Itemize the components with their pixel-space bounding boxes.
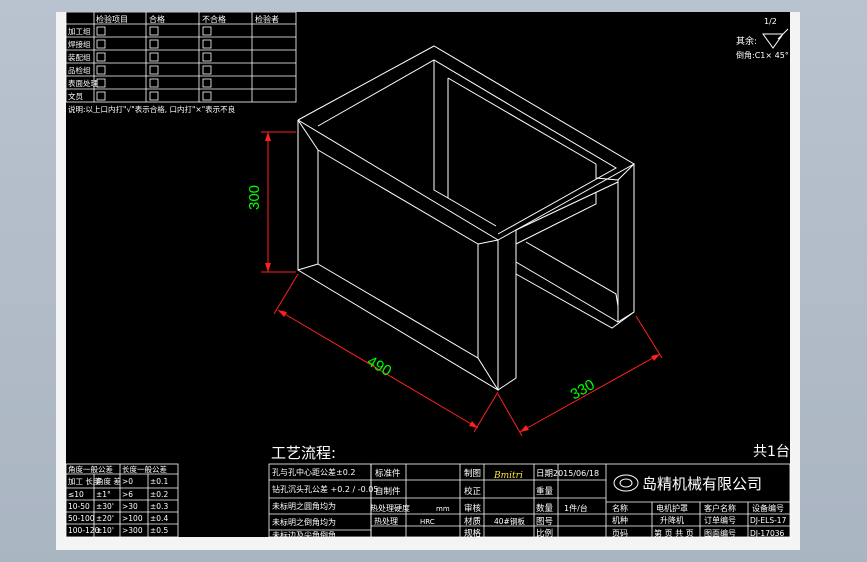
label-quantity: 数量 (536, 503, 554, 514)
inspection-header-0: 检验项目 (96, 14, 128, 24)
inspection-header-2: 不合格 (202, 14, 226, 24)
tolerance-cell: ±0.1 (150, 477, 168, 486)
company-name: 岛精机械有限公司 (642, 475, 762, 493)
col-header-2: 客户名称 (704, 503, 736, 513)
label-material: 材质 (464, 516, 482, 527)
col-value-2: 订单编号 (704, 515, 736, 525)
label-checked: 校正 (464, 486, 482, 497)
tolerance-cell: ±0.3 (150, 502, 168, 511)
col-value2-3: DJ-17036 (750, 529, 785, 538)
heat-value: HRC (420, 518, 435, 526)
model-space (66, 12, 790, 537)
label-spec: 规格 (464, 528, 482, 539)
label-scale: 比例 (536, 528, 553, 539)
drawing-sheet: 检验项目 合格 不合格 检验者 加工组 焊接组 装配组 品检组 表面处理 文员 … (56, 12, 800, 550)
hardness-unit: mm (436, 505, 450, 513)
note-2: 未标明之圆角均为 (272, 501, 336, 511)
col-value-0: 机种 (612, 515, 628, 525)
inspection-row-0: 加工组 (68, 26, 91, 36)
label-drawing-no: 图号 (536, 517, 553, 527)
tolerance-cell: ±0.4 (150, 514, 168, 523)
tolerance-cell: ±1° (96, 490, 111, 499)
drawer-signature: Bmitri (493, 471, 523, 481)
col-header-1: 电机护罩 (656, 503, 688, 513)
col-value2-1: 第 页 共 页 (654, 528, 694, 538)
col-header-0: 名称 (612, 503, 628, 513)
note-1: 钻孔沉头孔公差 +0.2 / -0.05 (272, 484, 378, 494)
label-heat-treatment: 热处理 (374, 516, 398, 526)
label-custom-part: 自制件 (375, 486, 401, 497)
col-value2-2: 图面编号 (704, 528, 736, 538)
label-drawn: 制图 (464, 468, 481, 479)
inspection-header-3: 检验者 (255, 14, 279, 24)
tolerance-cell: 50-100 (68, 514, 95, 523)
inspection-row-2: 装配组 (68, 52, 91, 62)
tolerance-cell: >0 (122, 477, 133, 486)
inspection-row-5: 文员 (68, 91, 83, 101)
col-value2-0: 页码 (612, 529, 628, 538)
label-hardness: 热处理硬度 (370, 503, 410, 513)
inspection-row-1: 焊接组 (68, 39, 91, 49)
col-value-1: 升降机 (660, 515, 684, 525)
inspection-row-4: 表面处理 (68, 78, 98, 88)
col-header-3: 设备编号 (752, 503, 784, 513)
label-weight: 重量 (536, 486, 554, 497)
sheet-number: 1/2 (764, 17, 777, 26)
total-count: 共1台 (753, 444, 790, 460)
tolerance-cell: >30 (122, 502, 138, 511)
tolerance-cell: ≤10 (68, 490, 84, 499)
label-standard-part: 标准件 (375, 468, 401, 479)
tolerance-cell: ±20' (96, 514, 114, 523)
process-title: 工艺流程: (271, 444, 336, 462)
inspection-note: 说明:以上口内打"√"表示合格, 口内打"×"表示不良 (68, 104, 236, 114)
tolerance-cell: >100 (122, 514, 143, 523)
dimension-height-label: 300 (246, 185, 263, 210)
note-0: 孔与孔中心距公差±0.2 (272, 467, 355, 477)
tolerance-cell: 10-50 (68, 502, 90, 511)
tolerance-header-length: 长度一般公差 (122, 464, 167, 474)
tolerance-cell: >300 (122, 526, 143, 535)
note-3: 未标明之倒角均为 (272, 517, 336, 527)
tolerance-cell: ±0.5 (150, 526, 168, 535)
tolerance-cell: 角度 差 (96, 476, 121, 486)
tolerance-cell: ±10' (96, 526, 114, 535)
label-date: 日期 (536, 469, 553, 479)
col-value-3: DJ-ELS-17 (750, 516, 787, 525)
inspection-row-3: 品检组 (68, 65, 91, 75)
label-review: 审核 (464, 503, 482, 514)
tolerance-cell: ±0.2 (150, 490, 168, 499)
tolerance-cell: ±30' (96, 502, 114, 511)
material-value: 40#钢板 (494, 516, 525, 526)
roughness-label: 其余: (736, 35, 757, 47)
note-4: 未标边及尖角倒角 (272, 530, 336, 540)
tolerance-cell: 100-120 (68, 526, 100, 535)
date-value: 2015/06/18 (553, 469, 599, 478)
cad-canvas: 检验项目 合格 不合格 检验者 加工组 焊接组 装配组 品检组 表面处理 文员 … (65, 12, 791, 540)
quantity-value: 1件/台 (564, 503, 588, 513)
inspection-header-1: 合格 (149, 14, 165, 24)
chamfer-note: 倒角:C1× 45° (736, 50, 789, 60)
tolerance-header-angle: 角度一般公差 (68, 464, 113, 474)
tolerance-cell: >6 (122, 490, 133, 499)
